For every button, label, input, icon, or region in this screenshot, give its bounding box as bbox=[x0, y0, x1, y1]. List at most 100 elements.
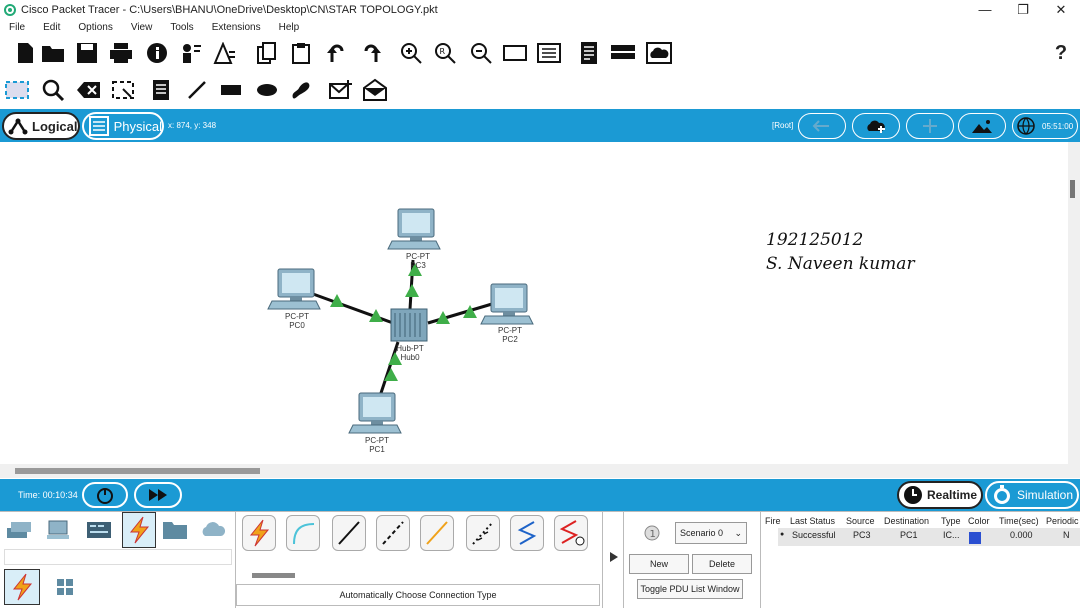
horizontal-scrollbar[interactable] bbox=[0, 464, 1068, 478]
copper-cross-over-icon[interactable] bbox=[376, 515, 410, 551]
panel-toggle-strip[interactable] bbox=[602, 511, 624, 608]
copy-icon[interactable] bbox=[254, 40, 280, 66]
fire-indicator[interactable]: ● bbox=[780, 531, 784, 538]
coaxial-cable-icon[interactable] bbox=[510, 515, 544, 551]
pdu-table-row[interactable]: ● Successful PC3 PC1 IC... 0.000 N bbox=[778, 528, 1080, 546]
add-simple-pdu-icon[interactable] bbox=[328, 77, 354, 103]
console-cable-icon[interactable] bbox=[286, 515, 320, 551]
activity-wizard-icon[interactable] bbox=[212, 40, 238, 66]
device-subcategory-search[interactable] bbox=[4, 549, 232, 565]
toggle-pdu-list-button[interactable]: Toggle PDU List Window bbox=[637, 579, 743, 599]
connections-subcategory-icon[interactable] bbox=[4, 569, 40, 605]
info-icon[interactable] bbox=[144, 40, 170, 66]
network-devices-category-icon[interactable] bbox=[4, 515, 34, 545]
menu-view[interactable]: View bbox=[122, 22, 162, 33]
copper-straight-through-icon[interactable] bbox=[332, 515, 366, 551]
network-wizard-icon[interactable] bbox=[178, 40, 204, 66]
device-hub0-icon[interactable] bbox=[390, 308, 428, 342]
open-folder-icon[interactable] bbox=[40, 40, 66, 66]
menu-options[interactable]: Options bbox=[69, 22, 121, 33]
connections-category-icon[interactable] bbox=[122, 512, 156, 548]
viewport-button[interactable]: 05:51:00 bbox=[1012, 113, 1078, 139]
components-category-icon[interactable] bbox=[84, 515, 114, 545]
menu-edit[interactable]: Edit bbox=[34, 22, 69, 33]
window-title: Cisco Packet Tracer - C:\Users\BHANU\One… bbox=[21, 3, 438, 16]
physical-view-icon[interactable] bbox=[610, 40, 636, 66]
grid-subcategory-icon[interactable] bbox=[50, 572, 80, 602]
pc3-label: PC-PT PC3 bbox=[398, 252, 438, 270]
menu-extensions[interactable]: Extensions bbox=[203, 22, 270, 33]
auto-connection-icon[interactable] bbox=[242, 515, 276, 551]
zoom-out-icon[interactable] bbox=[468, 40, 494, 66]
physical-tab[interactable]: Physical bbox=[82, 112, 164, 140]
inspect-icon[interactable] bbox=[40, 77, 66, 103]
vertical-scroll-thumb[interactable] bbox=[1070, 180, 1075, 198]
connection-scroll-thumb[interactable] bbox=[252, 573, 295, 578]
end-devices-category-icon[interactable] bbox=[44, 515, 74, 545]
multiuser-category-icon[interactable] bbox=[198, 515, 228, 545]
fast-forward-button[interactable] bbox=[134, 482, 182, 508]
col-destination: Destination bbox=[884, 516, 930, 526]
resize-icon[interactable] bbox=[110, 77, 136, 103]
delete-icon[interactable] bbox=[76, 77, 102, 103]
vertical-scrollbar[interactable] bbox=[1068, 142, 1080, 478]
logical-tab[interactable]: Logical bbox=[2, 112, 80, 140]
expand-arrow-icon[interactable] bbox=[609, 551, 619, 563]
pdu-periodic: N bbox=[1063, 530, 1070, 540]
serial-dce-cable-icon[interactable] bbox=[554, 515, 588, 551]
topology-canvas[interactable] bbox=[0, 142, 1068, 464]
scenario-value: Scenario 0 bbox=[680, 528, 724, 538]
select-icon[interactable] bbox=[4, 77, 30, 103]
mode-bar: Logical Physical x: 874, y: 348 [Root] 0… bbox=[0, 109, 1080, 142]
fiber-cable-icon[interactable] bbox=[420, 515, 454, 551]
horizontal-scroll-thumb[interactable] bbox=[15, 468, 260, 474]
help-icon[interactable]: ? bbox=[1048, 40, 1074, 66]
redo-icon[interactable] bbox=[358, 40, 384, 66]
move-object-button[interactable] bbox=[906, 113, 954, 139]
menu-file[interactable]: File bbox=[0, 22, 34, 33]
scenario-select[interactable]: Scenario 0 ⌄ bbox=[675, 522, 747, 544]
text-file-icon[interactable] bbox=[576, 40, 602, 66]
minimize-button[interactable]: — bbox=[966, 0, 1004, 19]
phone-cable-icon[interactable] bbox=[466, 515, 500, 551]
logical-workspace[interactable]: PC-PT PC0 PC-PT PC3 PC-PT PC2 PC-PT PC1 … bbox=[0, 142, 1068, 464]
set-background-button[interactable] bbox=[958, 113, 1006, 139]
miscellaneous-category-icon[interactable] bbox=[160, 515, 190, 545]
custom-devices-icon[interactable] bbox=[536, 40, 562, 66]
scenario-info-icon[interactable]: 1 bbox=[644, 525, 660, 546]
panel-divider-2 bbox=[760, 511, 761, 608]
menu-tools[interactable]: Tools bbox=[161, 22, 202, 33]
zoom-reset-icon[interactable]: R bbox=[432, 40, 458, 66]
simulation-tab[interactable]: Simulation bbox=[985, 481, 1079, 509]
device-pc1-icon[interactable] bbox=[348, 392, 402, 434]
pdu-destination: PC1 bbox=[900, 530, 918, 540]
draw-ellipse-icon[interactable] bbox=[254, 77, 280, 103]
freeform-icon[interactable] bbox=[288, 77, 314, 103]
print-icon[interactable] bbox=[108, 40, 134, 66]
link-light-hub0-pc3 bbox=[405, 284, 419, 297]
draw-rectangle-icon[interactable] bbox=[218, 77, 244, 103]
device-pc3-icon[interactable] bbox=[387, 208, 441, 250]
new-cluster-button[interactable] bbox=[852, 113, 900, 139]
back-button[interactable] bbox=[798, 113, 846, 139]
maximize-button[interactable]: ❐ bbox=[1004, 0, 1042, 19]
save-icon[interactable] bbox=[74, 40, 100, 66]
realtime-tab[interactable]: Realtime bbox=[897, 481, 983, 509]
realtime-label: Realtime bbox=[927, 488, 978, 502]
device-pc0-icon[interactable] bbox=[267, 268, 321, 310]
close-button[interactable]: ✕ bbox=[1042, 0, 1080, 19]
paste-icon[interactable] bbox=[288, 40, 314, 66]
root-breadcrumb[interactable]: [Root] bbox=[772, 121, 793, 130]
zoom-in-icon[interactable] bbox=[398, 40, 424, 66]
add-complex-pdu-icon[interactable] bbox=[362, 77, 388, 103]
drawing-palette-icon[interactable] bbox=[502, 40, 528, 66]
new-file-icon[interactable] bbox=[12, 40, 38, 66]
undo-icon[interactable] bbox=[324, 40, 350, 66]
note-icon[interactable] bbox=[148, 77, 174, 103]
menu-help[interactable]: Help bbox=[270, 22, 309, 33]
cloud-icon[interactable] bbox=[646, 40, 672, 66]
new-scenario-button[interactable]: New bbox=[629, 554, 689, 574]
draw-line-icon[interactable] bbox=[184, 77, 210, 103]
power-cycle-button[interactable] bbox=[82, 482, 128, 508]
delete-scenario-button[interactable]: Delete bbox=[692, 554, 752, 574]
